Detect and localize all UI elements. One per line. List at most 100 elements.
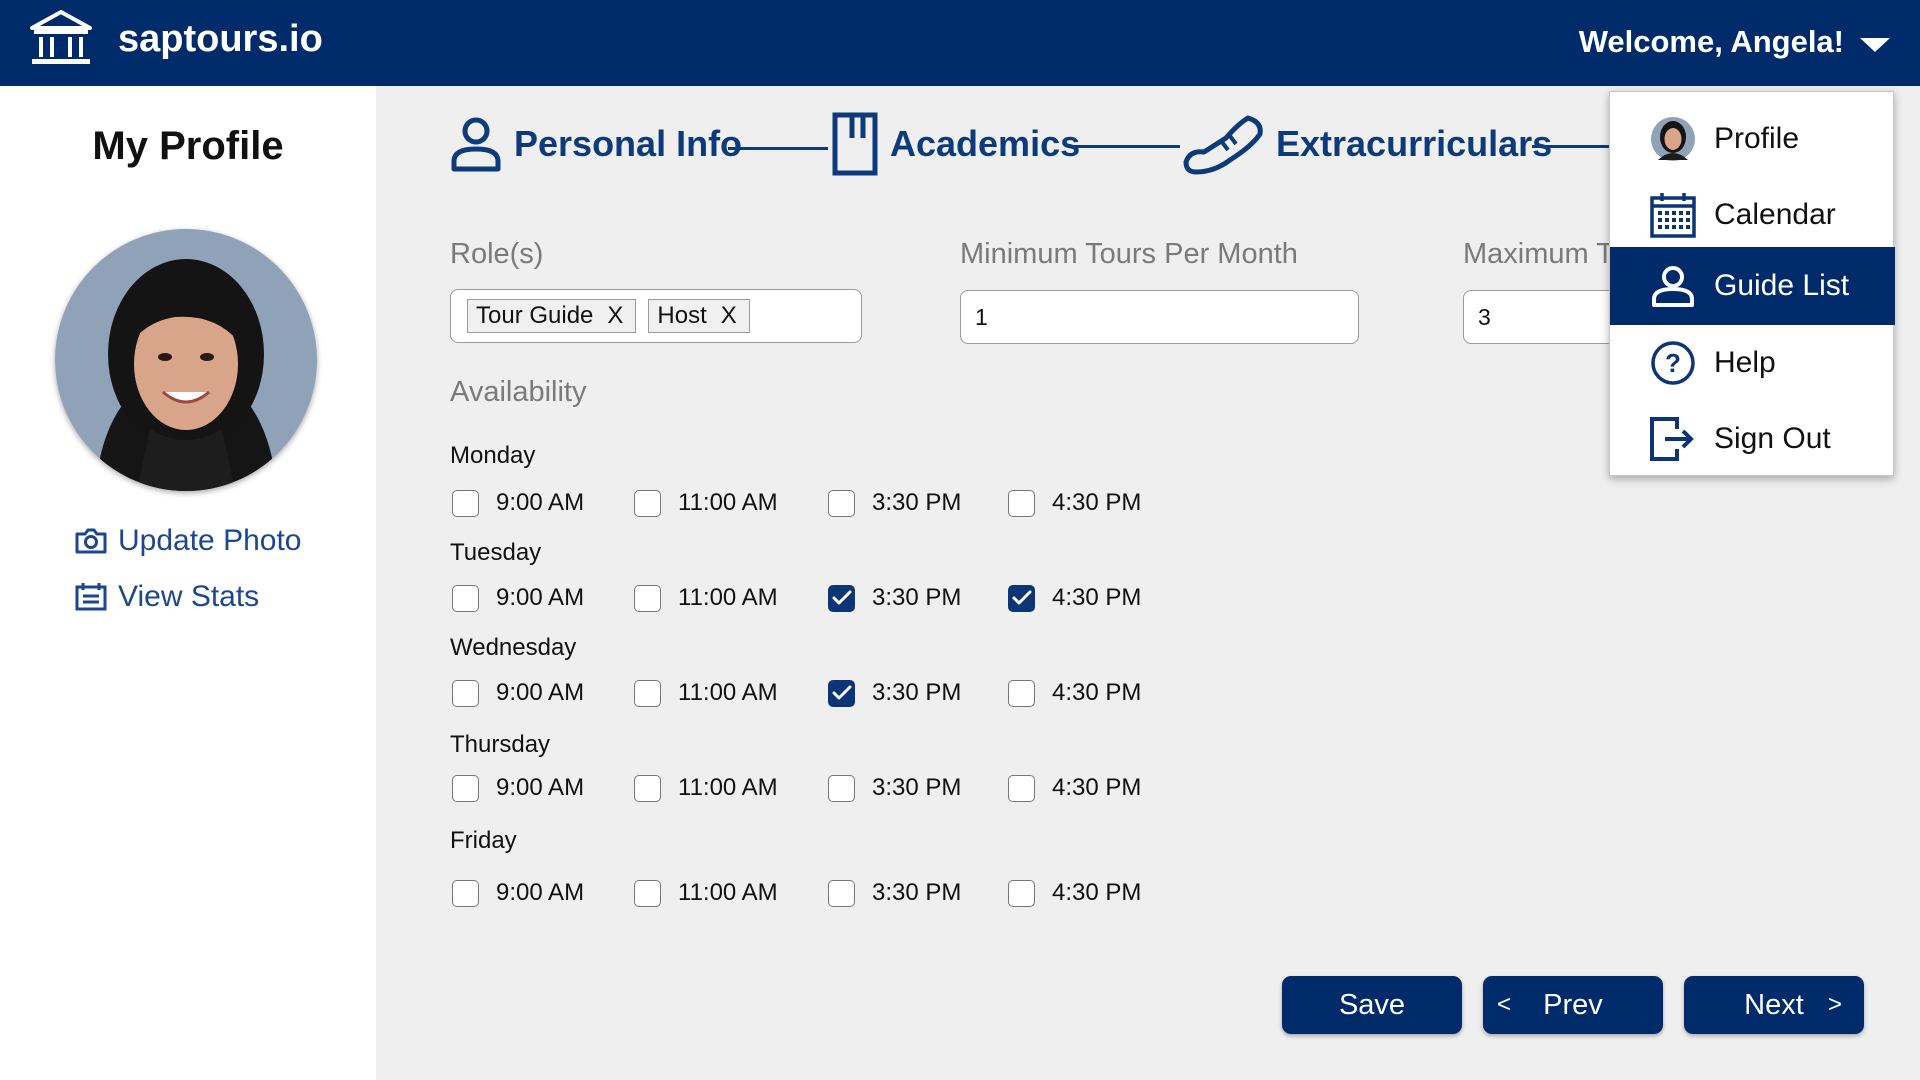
user-menu-toggle[interactable]: Welcome, Angela! bbox=[1579, 24, 1890, 60]
max-tours-input[interactable]: 3 bbox=[1463, 290, 1609, 344]
time-slot[interactable]: 9:00 AM bbox=[452, 584, 584, 612]
time-slot[interactable]: 9:00 AM bbox=[452, 774, 584, 802]
sign-out-icon bbox=[1648, 414, 1698, 464]
time-slot[interactable]: 3:30 PM bbox=[828, 489, 961, 517]
next-button[interactable]: Next > bbox=[1684, 976, 1864, 1034]
time-slot[interactable]: 9:00 AM bbox=[452, 489, 584, 517]
calendar-icon bbox=[1648, 190, 1698, 240]
slot-checkbox[interactable] bbox=[1008, 879, 1035, 907]
time-slot[interactable]: 4:30 PM bbox=[1008, 879, 1141, 907]
menu-item-label: Help bbox=[1714, 346, 1776, 379]
prev-button[interactable]: < Prev bbox=[1483, 976, 1663, 1034]
welcome-text: Welcome, Angela! bbox=[1578, 24, 1844, 59]
person-icon bbox=[1648, 261, 1698, 311]
time-slot[interactable]: 11:00 AM bbox=[634, 879, 778, 907]
slot-time-label: 11:00 AM bbox=[678, 679, 778, 706]
slot-checkbox[interactable] bbox=[634, 489, 661, 517]
slot-time-label: 11:00 AM bbox=[678, 774, 778, 801]
slot-checkbox[interactable] bbox=[634, 584, 661, 612]
step-personal-info[interactable]: Personal Info bbox=[450, 116, 742, 172]
day-label: Monday bbox=[450, 442, 536, 469]
step-connector bbox=[1532, 145, 1612, 148]
slot-checkbox[interactable] bbox=[634, 774, 661, 802]
max-tours-label: Maximum T bbox=[1463, 238, 1609, 270]
menu-item-profile[interactable]: Profile bbox=[1610, 100, 1895, 178]
remove-tag-button[interactable]: X bbox=[607, 302, 623, 330]
time-slot[interactable]: 4:30 PM bbox=[1008, 679, 1141, 707]
time-slot[interactable]: 3:30 PM bbox=[828, 584, 961, 612]
slot-checkbox[interactable] bbox=[1008, 584, 1035, 612]
brand-name[interactable]: saptours.io bbox=[118, 18, 323, 61]
help-icon: ? bbox=[1648, 338, 1698, 388]
slot-time-label: 11:00 AM bbox=[678, 584, 778, 611]
svg-text:?: ? bbox=[1665, 348, 1681, 378]
step-connector bbox=[728, 147, 828, 150]
slot-time-label: 4:30 PM bbox=[1052, 774, 1142, 801]
slot-checkbox[interactable] bbox=[452, 679, 479, 707]
next-label: Next bbox=[1744, 988, 1804, 1021]
chevron-right-icon: > bbox=[1827, 991, 1842, 1018]
slot-time-label: 11:00 AM bbox=[678, 489, 778, 516]
min-tours-label: Minimum Tours Per Month bbox=[960, 238, 1298, 270]
save-button[interactable]: Save bbox=[1282, 976, 1462, 1034]
time-slot[interactable]: 4:30 PM bbox=[1008, 584, 1141, 612]
slot-time-label: 3:30 PM bbox=[872, 774, 962, 801]
update-photo-link[interactable]: Update Photo bbox=[74, 524, 301, 558]
menu-item-calendar[interactable]: Calendar bbox=[1610, 176, 1895, 254]
step-academics[interactable]: Academics bbox=[832, 112, 1080, 176]
slot-checkbox[interactable] bbox=[452, 584, 479, 612]
time-slot[interactable]: 11:00 AM bbox=[634, 489, 778, 517]
roles-input[interactable]: Tour Guide X Host X bbox=[450, 289, 862, 343]
chevron-left-icon: < bbox=[1497, 991, 1512, 1018]
avatar-icon bbox=[1648, 114, 1698, 164]
menu-item-label: Sign Out bbox=[1714, 422, 1831, 455]
time-slot[interactable]: 11:00 AM bbox=[634, 584, 778, 612]
remove-tag-button[interactable]: X bbox=[721, 302, 737, 330]
step-label: Extracurriculars bbox=[1276, 123, 1553, 164]
menu-item-help[interactable]: ? Help bbox=[1610, 324, 1895, 402]
menu-item-sign-out[interactable]: Sign Out bbox=[1610, 400, 1895, 478]
menu-item-label: Guide List bbox=[1714, 269, 1850, 302]
time-slot[interactable]: 4:30 PM bbox=[1008, 774, 1141, 802]
time-slot[interactable]: 4:30 PM bbox=[1008, 489, 1141, 517]
slot-time-label: 3:30 PM bbox=[872, 584, 962, 611]
slot-checkbox[interactable] bbox=[828, 879, 855, 907]
time-slot[interactable]: 9:00 AM bbox=[452, 679, 584, 707]
slot-time-label: 9:00 AM bbox=[496, 774, 585, 801]
time-slot[interactable]: 3:30 PM bbox=[828, 774, 961, 802]
checkmark-icon bbox=[1012, 590, 1031, 605]
slot-checkbox[interactable] bbox=[828, 489, 855, 517]
slot-checkbox[interactable] bbox=[1008, 774, 1035, 802]
day-label: Wednesday bbox=[450, 634, 577, 661]
slot-checkbox[interactable] bbox=[452, 774, 479, 802]
time-slot[interactable]: 3:30 PM bbox=[828, 879, 961, 907]
slot-checkbox[interactable] bbox=[828, 679, 855, 707]
view-stats-link[interactable]: View Stats bbox=[74, 580, 259, 614]
time-slot[interactable]: 11:00 AM bbox=[634, 774, 778, 802]
slot-checkbox[interactable] bbox=[634, 679, 661, 707]
slot-checkbox[interactable] bbox=[828, 774, 855, 802]
top-bar: saptours.io Welcome, Angela! bbox=[0, 0, 1920, 86]
building-logo-icon[interactable] bbox=[30, 10, 92, 66]
checkmark-icon bbox=[832, 590, 851, 605]
slot-time-label: 9:00 AM bbox=[496, 584, 585, 611]
slot-checkbox[interactable] bbox=[634, 879, 661, 907]
menu-item-guide-list[interactable]: Guide List bbox=[1610, 247, 1895, 325]
step-extracurriculars[interactable]: Extracurriculars bbox=[1182, 112, 1552, 176]
time-slot[interactable]: 9:00 AM bbox=[452, 879, 584, 907]
time-slot[interactable]: 11:00 AM bbox=[634, 679, 778, 707]
slot-checkbox[interactable] bbox=[452, 879, 479, 907]
slot-checkbox[interactable] bbox=[828, 584, 855, 612]
slot-checkbox[interactable] bbox=[452, 489, 479, 517]
min-tours-input[interactable]: 1 bbox=[960, 290, 1359, 344]
user-dropdown-menu: Profile Calendar Guide List ? Help Sign … bbox=[1609, 91, 1895, 478]
role-tag: Host X bbox=[648, 299, 750, 333]
slot-checkbox[interactable] bbox=[1008, 679, 1035, 707]
slot-checkbox[interactable] bbox=[1008, 489, 1035, 517]
step-label: Personal Info bbox=[514, 123, 743, 164]
time-slot[interactable]: 3:30 PM bbox=[828, 679, 961, 707]
slot-time-label: 9:00 AM bbox=[496, 879, 585, 906]
step-label: Academics bbox=[890, 123, 1081, 164]
slot-time-label: 3:30 PM bbox=[872, 879, 962, 906]
prev-label: Prev bbox=[1543, 988, 1603, 1021]
